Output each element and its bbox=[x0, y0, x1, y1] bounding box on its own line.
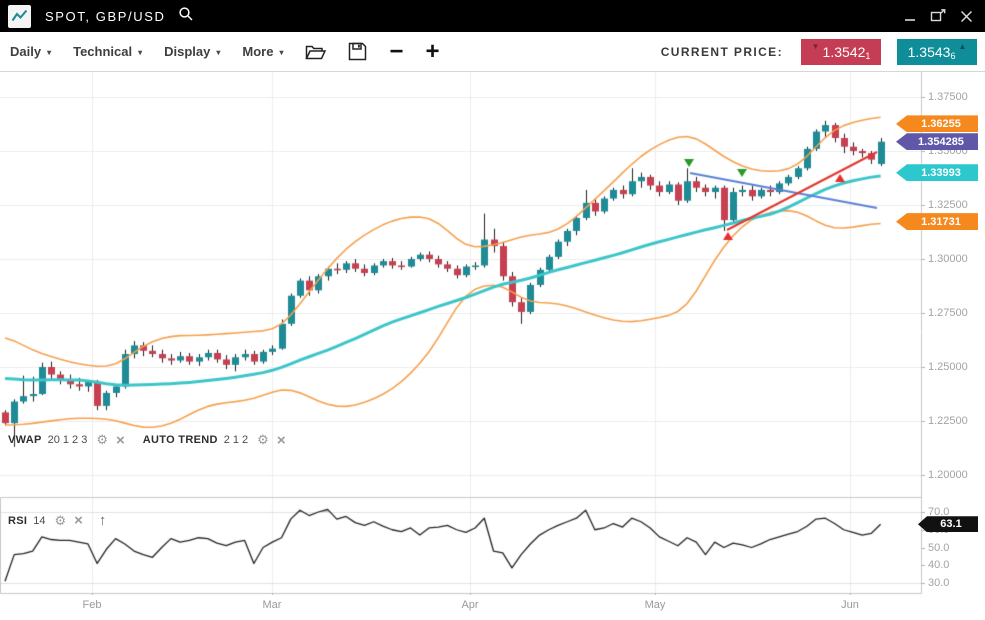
autotrend-legend-params: 2 1 2 bbox=[224, 434, 248, 446]
vwap-legend-params: 20 1 2 3 bbox=[48, 434, 88, 446]
menu-more[interactable]: More▾ bbox=[242, 44, 283, 59]
search-icon[interactable] bbox=[178, 6, 194, 27]
menu-technical[interactable]: Technical▾ bbox=[73, 44, 142, 59]
rsi-axis-label: 50.0 bbox=[928, 542, 983, 554]
price-axis-label: 1.22500 bbox=[928, 415, 983, 427]
time-axis-label: Feb bbox=[70, 599, 114, 611]
minus-icon: − bbox=[389, 42, 403, 62]
time-axis-label: Jun bbox=[828, 599, 872, 611]
ask-value: 1.3543 bbox=[908, 44, 951, 60]
indicator-legend: VWAP 20 1 2 3 ⚙ × AUTO TREND 2 1 2 ⚙ × bbox=[8, 432, 286, 448]
price-axis-label: 1.30000 bbox=[928, 253, 983, 265]
chart-canvas[interactable] bbox=[0, 72, 925, 595]
price-level-badge: 1.36255 bbox=[896, 115, 978, 132]
vwap-legend-name: VWAP bbox=[8, 434, 42, 446]
ask-price-badge: 1.3543 6 ▲ bbox=[897, 39, 977, 65]
price-level-badge: 1.33993 bbox=[896, 164, 978, 181]
vwap-settings-gear-icon[interactable]: ⚙ bbox=[96, 432, 108, 448]
rsi-legend-period: 14 bbox=[33, 515, 45, 527]
time-axis-label: May bbox=[633, 599, 677, 611]
price-axis-label: 1.27500 bbox=[928, 307, 983, 319]
rsi-value-badge: 63.1 bbox=[918, 516, 978, 532]
price-level-badge: 1.354285 bbox=[896, 133, 978, 150]
current-price-label: CURRENT PRICE: bbox=[661, 45, 783, 59]
price-axis-label: 1.20000 bbox=[928, 469, 983, 481]
toolbar: Daily▾ Technical▾ Display▾ More▾ − + CURREN… bbox=[0, 32, 985, 72]
rsi-axis-label: 30.0 bbox=[928, 577, 983, 589]
chart-area: 1.375001.350001.325001.300001.275001.250… bbox=[0, 72, 985, 620]
trading-app-window: SPOT, GBP/USD bbox=[0, 0, 985, 620]
chevron-down-icon: ▾ bbox=[279, 48, 283, 57]
menu-bar: Daily▾ Technical▾ Display▾ More▾ bbox=[0, 44, 283, 59]
titlebar: SPOT, GBP/USD bbox=[0, 0, 985, 32]
price-axis-label: 1.25000 bbox=[928, 361, 983, 373]
chevron-down-icon: ▾ bbox=[216, 48, 220, 57]
rsi-legend: RSI 14 ⚙ × ↑ bbox=[8, 512, 106, 529]
window-controls bbox=[901, 7, 975, 25]
menu-daily[interactable]: Daily▾ bbox=[10, 44, 51, 59]
bid-fraction: 1 bbox=[865, 51, 870, 61]
rsi-remove-icon[interactable]: × bbox=[74, 515, 83, 526]
zoom-out-button[interactable]: − bbox=[389, 42, 403, 62]
zoom-in-button[interactable]: + bbox=[425, 42, 439, 62]
menu-display[interactable]: Display▾ bbox=[164, 44, 220, 59]
autotrend-legend-name: AUTO TREND bbox=[143, 434, 218, 446]
ask-fraction: 6 bbox=[950, 51, 955, 61]
chevron-down-icon: ▾ bbox=[47, 48, 51, 57]
time-axis-label: Mar bbox=[250, 599, 294, 611]
down-arrow-icon: ▼ bbox=[812, 42, 820, 51]
up-arrow-icon: ▲ bbox=[958, 42, 966, 51]
bid-price-badge: ▼ 1.3542 1 bbox=[801, 39, 881, 65]
chevron-down-icon: ▾ bbox=[138, 48, 142, 57]
vwap-remove-icon[interactable]: × bbox=[116, 435, 125, 446]
open-folder-icon[interactable] bbox=[305, 43, 326, 61]
save-icon[interactable] bbox=[348, 42, 367, 61]
price-axis-label: 1.32500 bbox=[928, 199, 983, 211]
pane-expand-arrow-icon[interactable]: ↑ bbox=[99, 512, 107, 529]
plus-icon: + bbox=[425, 42, 439, 62]
minimize-button[interactable] bbox=[901, 7, 919, 25]
rsi-axis-label: 70.0 bbox=[928, 506, 983, 518]
autotrend-settings-gear-icon[interactable]: ⚙ bbox=[257, 432, 269, 448]
symbol-title: SPOT, GBP/USD bbox=[45, 9, 166, 24]
time-axis-label: Apr bbox=[448, 599, 492, 611]
bid-value: 1.3542 bbox=[823, 44, 866, 60]
close-icon[interactable] bbox=[957, 7, 975, 25]
rsi-settings-gear-icon[interactable]: ⚙ bbox=[55, 513, 67, 529]
app-logo-icon bbox=[8, 5, 31, 28]
rsi-axis-label: 40.0 bbox=[928, 559, 983, 571]
autotrend-remove-icon[interactable]: × bbox=[277, 435, 286, 446]
popout-button[interactable] bbox=[929, 7, 947, 25]
rsi-value: 63.1 bbox=[940, 518, 961, 530]
price-axis-label: 1.37500 bbox=[928, 91, 983, 103]
rsi-legend-name: RSI bbox=[8, 515, 27, 527]
price-level-badge: 1.31731 bbox=[896, 213, 978, 230]
